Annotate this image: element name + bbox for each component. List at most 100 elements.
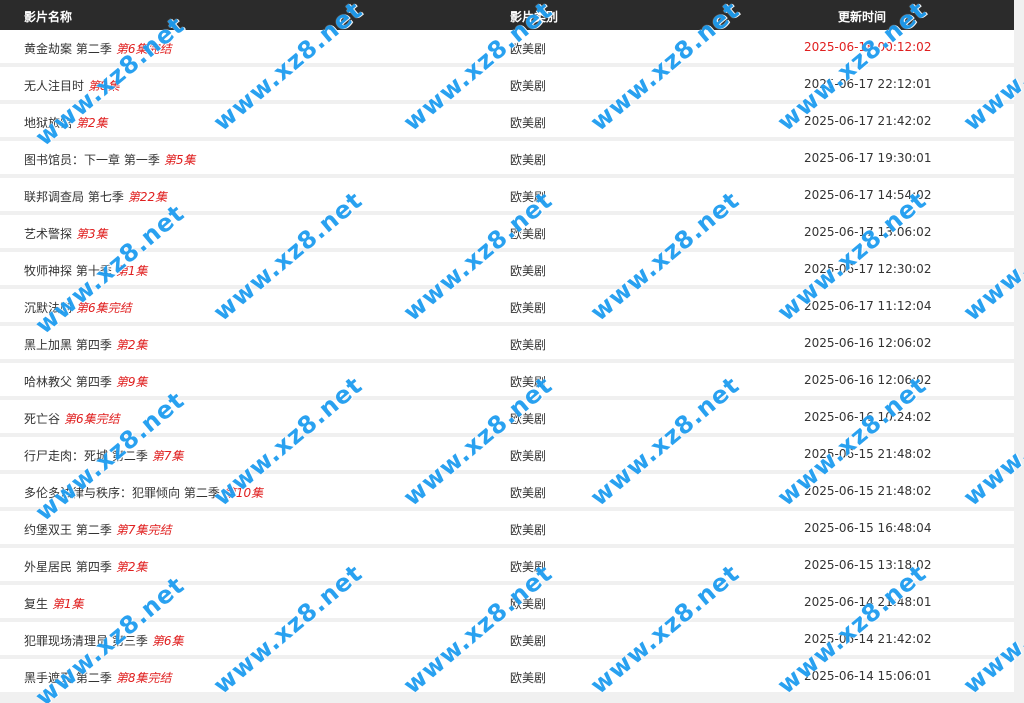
- table-row[interactable]: 无人注目时 第8集 欧美剧 2025-06-17 22:12:01: [0, 67, 1014, 100]
- video-category-cell: 欧美剧: [510, 42, 547, 56]
- video-title-link[interactable]: 黑手遮天 第二季: [24, 671, 112, 685]
- video-name-cell[interactable]: 沉默法则 第6集完结: [24, 299, 132, 316]
- video-title-link[interactable]: 复生: [24, 597, 48, 611]
- page: 影片名称 影片类别 更新时间 黄金劫案 第二季 第6集完结 欧美剧 2025-06-1…: [0, 0, 1024, 703]
- table-row[interactable]: 约堡双王 第二季 第7集完结 欧美剧 2025-06-15 16:48:04: [0, 511, 1014, 544]
- video-title-link[interactable]: 联邦调查局 第七季: [24, 190, 124, 204]
- video-name-cell[interactable]: 犯罪现场清理员 第三季 第6集: [24, 632, 183, 649]
- video-category-cell: 欧美剧: [510, 560, 547, 574]
- episode-status: 第1集: [115, 264, 148, 278]
- video-category-cell: 欧美剧: [510, 449, 547, 463]
- video-category-cell: 欧美剧: [510, 153, 547, 167]
- update-time-cell: 2025-06-15 16:48:04: [804, 521, 932, 535]
- video-name-cell[interactable]: 约堡双王 第二季 第7集完结: [24, 521, 171, 538]
- video-name-cell[interactable]: 哈林教父 第四季 第9集: [24, 373, 147, 390]
- video-title-link[interactable]: 黄金劫案 第二季: [24, 42, 112, 56]
- update-time-cell: 2025-06-17 14:54:02: [804, 188, 932, 202]
- video-name-cell[interactable]: 联邦调查局 第七季 第22集: [24, 188, 167, 205]
- episode-status: 第6集完结: [64, 412, 120, 426]
- video-name-cell[interactable]: 艺术警探 第3集: [24, 225, 108, 242]
- update-time-cell: 2025-06-18 00:12:02: [804, 40, 932, 54]
- episode-status: 第7集完结: [115, 523, 172, 537]
- episode-status: 第2集: [115, 338, 148, 352]
- episode-status: 第2集: [76, 116, 108, 130]
- update-time-cell: 2025-06-16 12:06:02: [804, 373, 932, 387]
- video-title-link[interactable]: 艺术警探: [24, 227, 72, 241]
- video-category-cell: 欧美剧: [510, 412, 547, 426]
- table-row[interactable]: 死亡谷 第6集完结 欧美剧 2025-06-16 10:24:02: [0, 400, 1014, 433]
- video-name-cell[interactable]: 黄金劫案 第二季 第6集完结: [24, 40, 171, 57]
- video-name-cell[interactable]: 地狱旅馆 第2集: [24, 114, 108, 131]
- episode-status: 第22集: [127, 190, 168, 204]
- header-name: 影片名称: [24, 10, 73, 24]
- video-category-cell: 欧美剧: [510, 338, 547, 352]
- episode-status: 第9集: [115, 375, 148, 389]
- table-row[interactable]: 哈林教父 第四季 第9集 欧美剧 2025-06-16 12:06:02: [0, 363, 1014, 396]
- video-title-link[interactable]: 黑上加黑 第四季: [24, 338, 112, 352]
- video-name-cell[interactable]: 黑手遮天 第二季 第8集完结: [24, 669, 171, 686]
- video-name-cell[interactable]: 多伦多法律与秩序：犯罪倾向 第二季 第10集: [24, 484, 263, 501]
- update-time-cell: 2025-06-14 15:06:01: [804, 669, 932, 683]
- video-category-cell: 欧美剧: [510, 523, 547, 537]
- video-name-cell[interactable]: 复生 第1集: [24, 595, 84, 612]
- episode-status: 第1集: [52, 597, 84, 611]
- update-time-cell: 2025-06-14 21:48:01: [804, 595, 932, 609]
- episode-status: 第7集: [151, 449, 184, 463]
- video-category-cell: 欧美剧: [510, 634, 547, 648]
- episode-status: 第8集完结: [115, 671, 172, 685]
- video-category-cell: 欧美剧: [510, 671, 547, 685]
- table-row[interactable]: 图书馆员：下一章 第一季 第5集 欧美剧 2025-06-17 19:30:01: [0, 141, 1014, 174]
- video-title-link[interactable]: 死亡谷: [24, 412, 60, 426]
- video-title-link[interactable]: 外星居民 第四季: [24, 560, 112, 574]
- video-title-link[interactable]: 哈林教父 第四季: [24, 375, 112, 389]
- video-name-cell[interactable]: 行尸走肉：死城 第二季 第7集: [24, 447, 183, 464]
- video-category-cell: 欧美剧: [510, 79, 547, 93]
- table-row[interactable]: 黑手遮天 第二季 第8集完结 欧美剧 2025-06-14 15:06:01: [0, 659, 1014, 692]
- update-time-cell: 2025-06-17 19:30:01: [804, 151, 932, 165]
- video-category-cell: 欧美剧: [510, 301, 547, 315]
- video-name-cell[interactable]: 牧师神探 第十季 第1集: [24, 262, 147, 279]
- video-category-cell: 欧美剧: [510, 116, 547, 130]
- video-name-cell[interactable]: 无人注目时 第8集: [24, 77, 120, 94]
- video-name-cell[interactable]: 图书馆员：下一章 第一季 第5集: [24, 151, 195, 168]
- episode-status: 第6集完结: [115, 42, 172, 56]
- table-row[interactable]: 沉默法则 第6集完结 欧美剧 2025-06-17 11:12:04: [0, 289, 1014, 322]
- video-title-link[interactable]: 图书馆员：下一章 第一季: [24, 153, 160, 167]
- update-time-cell: 2025-06-15 13:18:02: [804, 558, 932, 572]
- video-title-link[interactable]: 多伦多法律与秩序：犯罪倾向 第二季: [24, 486, 220, 500]
- video-name-cell[interactable]: 外星居民 第四季 第2集: [24, 558, 147, 575]
- episode-status: 第6集: [151, 634, 184, 648]
- update-time-cell: 2025-06-17 13:06:02: [804, 225, 932, 239]
- episode-status: 第10集: [223, 486, 264, 500]
- table-row[interactable]: 复生 第1集 欧美剧 2025-06-14 21:48:01: [0, 585, 1014, 618]
- table-row[interactable]: 联邦调查局 第七季 第22集 欧美剧 2025-06-17 14:54:02: [0, 178, 1014, 211]
- video-title-link[interactable]: 犯罪现场清理员 第三季: [24, 634, 148, 648]
- video-title-link[interactable]: 约堡双王 第二季: [24, 523, 112, 537]
- video-title-link[interactable]: 地狱旅馆: [24, 116, 72, 130]
- video-category-cell: 欧美剧: [510, 227, 547, 241]
- update-time-cell: 2025-06-15 21:48:02: [804, 484, 932, 498]
- table-row[interactable]: 外星居民 第四季 第2集 欧美剧 2025-06-15 13:18:02: [0, 548, 1014, 581]
- video-category-cell: 欧美剧: [510, 486, 547, 500]
- video-name-cell[interactable]: 黑上加黑 第四季 第2集: [24, 336, 147, 353]
- update-time-cell: 2025-06-16 10:24:02: [804, 410, 932, 424]
- table-row[interactable]: 行尸走肉：死城 第二季 第7集 欧美剧 2025-06-15 21:48:02: [0, 437, 1014, 470]
- table-row[interactable]: 黑上加黑 第四季 第2集 欧美剧 2025-06-16 12:06:02: [0, 326, 1014, 359]
- update-time-cell: 2025-06-17 21:42:02: [804, 114, 932, 128]
- video-category-cell: 欧美剧: [510, 375, 547, 389]
- table-row[interactable]: 多伦多法律与秩序：犯罪倾向 第二季 第10集 欧美剧 2025-06-15 21:48…: [0, 474, 1014, 507]
- table-row[interactable]: 牧师神探 第十季 第1集 欧美剧 2025-06-17 12:30:02: [0, 252, 1014, 285]
- episode-status: 第3集: [76, 227, 108, 241]
- update-time-cell: 2025-06-17 12:30:02: [804, 262, 932, 276]
- table-row[interactable]: 黄金劫案 第二季 第6集完结 欧美剧 2025-06-18 00:12:02: [0, 30, 1014, 63]
- table-row[interactable]: 艺术警探 第3集 欧美剧 2025-06-17 13:06:02: [0, 215, 1014, 248]
- video-title-link[interactable]: 无人注目时: [24, 79, 84, 93]
- table-row[interactable]: 地狱旅馆 第2集 欧美剧 2025-06-17 21:42:02: [0, 104, 1014, 137]
- video-title-link[interactable]: 行尸走肉：死城 第二季: [24, 449, 148, 463]
- video-title-link[interactable]: 沉默法则: [24, 301, 72, 315]
- video-name-cell[interactable]: 死亡谷 第6集完结: [24, 410, 120, 427]
- header-type: 影片类别: [510, 10, 559, 24]
- video-title-link[interactable]: 牧师神探 第十季: [24, 264, 112, 278]
- table-row[interactable]: 犯罪现场清理员 第三季 第6集 欧美剧 2025-06-14 21:42:02: [0, 622, 1014, 655]
- update-time-cell: 2025-06-15 21:48:02: [804, 447, 932, 461]
